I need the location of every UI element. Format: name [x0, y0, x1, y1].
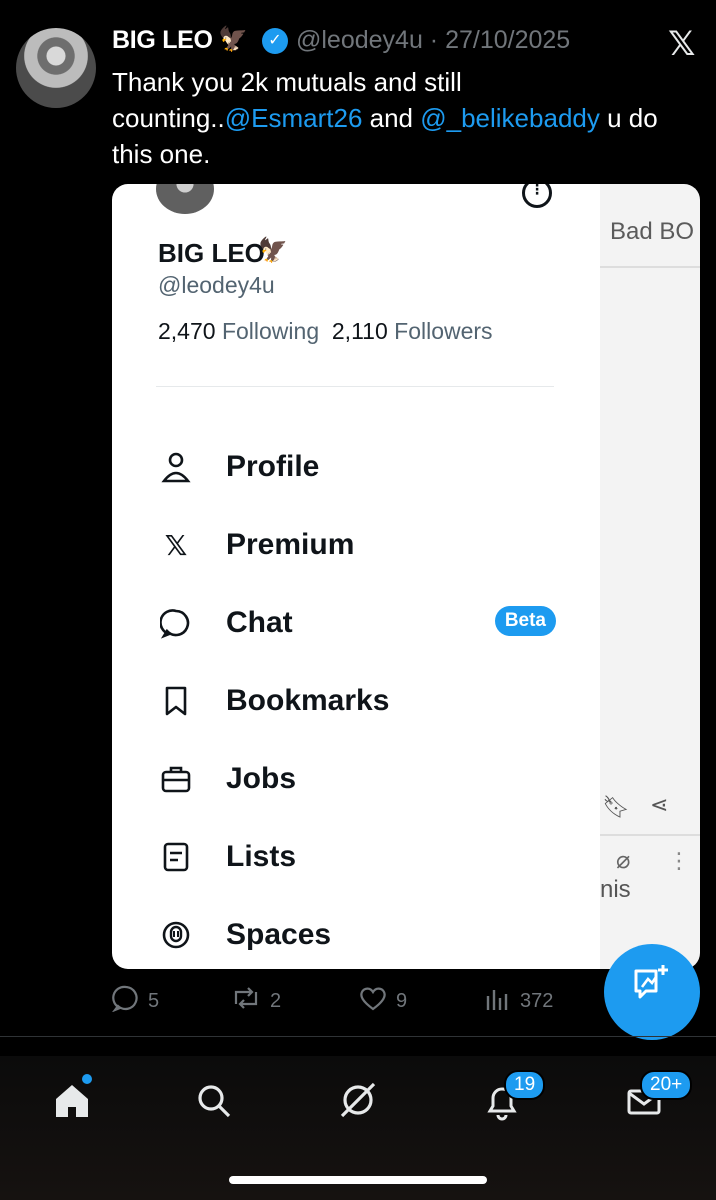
- reply-button[interactable]: 5: [111, 984, 160, 1019]
- more-vertical-icon: ⋮: [668, 848, 690, 873]
- repost-button[interactable]: 2: [230, 984, 281, 1019]
- background-text: nis: [600, 876, 631, 903]
- menu-label: Spaces: [226, 918, 332, 951]
- compose-icon: [634, 965, 668, 999]
- search-icon: [198, 1085, 231, 1118]
- messages-badge: 20+: [640, 1070, 693, 1100]
- mention-link[interactable]: @Esmart26: [225, 103, 363, 133]
- reply-count: 5: [148, 990, 160, 1012]
- side-drawer: ⋮ BIG LEO 🦅 @leodey4u 2,470 Following 2,…: [112, 184, 600, 969]
- briefcase-icon: [156, 759, 196, 799]
- views-chart-icon: [484, 984, 512, 1019]
- menu-item-lists: Lists: [156, 830, 556, 884]
- tweet-actions: 5 2 9 372: [111, 984, 592, 1014]
- heart-icon: [358, 984, 388, 1019]
- notifications-badge: 19: [504, 1070, 546, 1100]
- drawer-name: BIG LEO: [158, 238, 265, 268]
- x-logo-icon[interactable]: 𝕏: [668, 24, 695, 64]
- eagle-emoji: 🦅: [218, 26, 248, 53]
- divider: [600, 834, 700, 836]
- tweet-image[interactable]: Bad BO 🔖︎ ⋖ ⌀ ⋮ nis ⋮ BIG LEO 🦅 @leodey4…: [112, 184, 700, 969]
- menu-label: Chat: [226, 606, 293, 639]
- home-notification-dot: [82, 1074, 92, 1084]
- menu-item-profile: Profile: [156, 440, 556, 494]
- person-icon: [156, 447, 196, 487]
- eagle-emoji: 🦅: [258, 237, 288, 264]
- author-avatar[interactable]: [16, 28, 96, 108]
- bookmark-icon: 🔖︎: [602, 794, 630, 819]
- repost-icon: [230, 984, 262, 1019]
- home-icon: [56, 1085, 88, 1117]
- chat-bubble-icon: [156, 603, 196, 643]
- following-count: 2,470: [158, 318, 216, 344]
- divider: [0, 1036, 716, 1037]
- menu-item-spaces: Spaces: [156, 908, 556, 962]
- divider: [600, 266, 700, 268]
- tweet-text: Thank you 2k mutuals and still counting.…: [112, 64, 702, 172]
- menu-label: Bookmarks: [226, 684, 390, 717]
- followers-label: Followers: [394, 318, 493, 344]
- tweet-text-part: and: [362, 103, 421, 133]
- search-tab[interactable]: [184, 1078, 244, 1138]
- verified-badge-icon: ✓: [262, 28, 288, 54]
- menu-item-bookmarks: Bookmarks: [156, 674, 556, 728]
- beta-badge: Beta: [494, 606, 556, 636]
- divider: [156, 386, 554, 387]
- followers-count: 2,110: [331, 318, 388, 344]
- x-logo-icon: 𝕏: [164, 529, 188, 561]
- menu-label: Jobs: [226, 762, 297, 795]
- menu-item-premium: 𝕏 Premium: [156, 518, 556, 572]
- spaces-mic-icon: [156, 915, 196, 955]
- view-count: 372: [520, 990, 554, 1012]
- drawer-handle: @leodey4u: [158, 272, 275, 298]
- reply-icon: [111, 984, 140, 1019]
- background-text: Bad BO: [610, 218, 695, 245]
- menu-label: Premium: [226, 528, 355, 561]
- like-button[interactable]: 9: [358, 984, 407, 1019]
- more-options-icon: ⋮: [522, 184, 552, 208]
- share-icon: ⋖: [650, 792, 669, 817]
- menu-label: Profile: [226, 450, 320, 483]
- author-handle-and-date: @leodey4u · 27/10/2025: [296, 26, 571, 54]
- grok-icon: ⌀: [616, 847, 631, 874]
- menu-item-chat: Chat Beta: [156, 596, 556, 650]
- home-tab[interactable]: [42, 1078, 102, 1138]
- views-button[interactable]: 372: [484, 984, 553, 1019]
- author-name[interactable]: BIG LEO: [112, 26, 213, 55]
- mention-link[interactable]: @_belikebaddy: [420, 103, 600, 133]
- home-indicator: [229, 1176, 487, 1184]
- grok-tab[interactable]: [328, 1078, 388, 1138]
- like-count: 9: [396, 990, 408, 1012]
- bookmark-icon: [156, 681, 196, 721]
- compose-button[interactable]: [604, 944, 700, 1040]
- list-icon: [156, 837, 196, 877]
- menu-item-jobs: Jobs: [156, 752, 556, 806]
- following-label: Following: [221, 318, 320, 344]
- repost-count: 2: [270, 990, 282, 1012]
- drawer-avatar: [156, 184, 214, 214]
- follow-stats: 2,470 Following 2,110 Followers: [158, 318, 493, 345]
- grok-icon: [340, 1082, 376, 1118]
- menu-label: Lists: [226, 840, 297, 873]
